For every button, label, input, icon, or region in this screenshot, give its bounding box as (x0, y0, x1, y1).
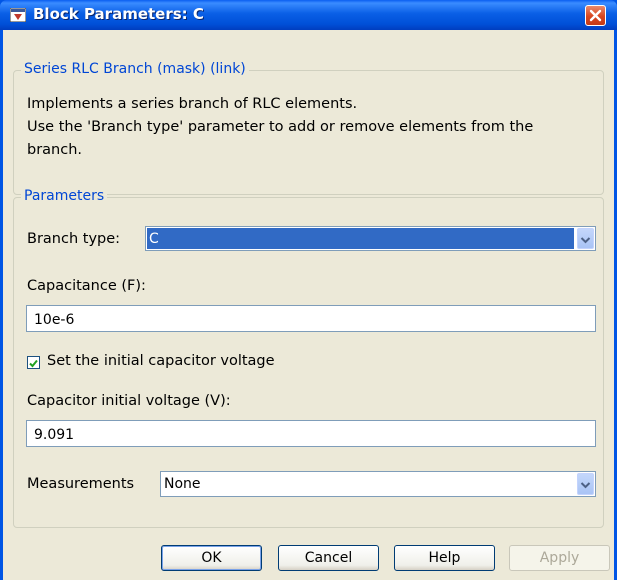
window-title: Block Parameters: C (33, 5, 204, 23)
branch-type-select[interactable]: C (145, 226, 596, 251)
description-line-1: Implements a series branch of RLC elemen… (27, 96, 358, 112)
checkmark-icon (29, 359, 38, 368)
branch-type-label: Branch type: (27, 231, 121, 247)
initial-voltage-checkbox[interactable] (27, 356, 40, 369)
chevron-down-icon (580, 482, 591, 489)
initial-voltage-label: Capacitor initial voltage (V): (27, 393, 231, 409)
chevron-down-icon (580, 237, 591, 244)
parameters-group-legend: Parameters (21, 188, 108, 204)
description-group-legend: Series RLC Branch (mask) (link) (21, 61, 249, 77)
help-button[interactable]: Help (394, 545, 495, 571)
capacitance-label: Capacitance (F): (27, 278, 146, 294)
measurements-select[interactable]: None (160, 471, 596, 497)
dialog-window: Block Parameters: C Series RLC Branch (m… (0, 0, 617, 580)
parameters-group: Parameters Branch type: C Capacitance (F… (13, 188, 604, 528)
branch-type-value: C (149, 231, 159, 247)
close-icon (589, 9, 602, 22)
measurements-label: Measurements (27, 476, 135, 492)
cancel-button[interactable]: Cancel (278, 545, 379, 571)
description-line-3: branch. (27, 142, 83, 158)
dialog-client-area: Series RLC Branch (mask) (link) Implemen… (3, 30, 614, 580)
title-bar[interactable]: Block Parameters: C (0, 0, 617, 30)
measurements-value: None (164, 476, 201, 492)
description-line-2: Use the 'Branch type' parameter to add o… (27, 119, 534, 135)
measurements-dropdown-arrow[interactable] (577, 473, 594, 495)
initial-voltage-input[interactable]: 9.091 (26, 420, 596, 447)
apply-button[interactable]: Apply (509, 545, 610, 571)
initial-voltage-checkbox-label[interactable]: Set the initial capacitor voltage (47, 353, 275, 369)
close-button[interactable] (585, 5, 606, 26)
branch-type-dropdown-arrow[interactable] (577, 228, 594, 249)
ok-button[interactable]: OK (161, 545, 262, 571)
description-group: Series RLC Branch (mask) (link) Implemen… (13, 61, 604, 195)
simulink-block-icon (10, 8, 26, 22)
capacitance-input[interactable]: 10e-6 (26, 305, 596, 332)
